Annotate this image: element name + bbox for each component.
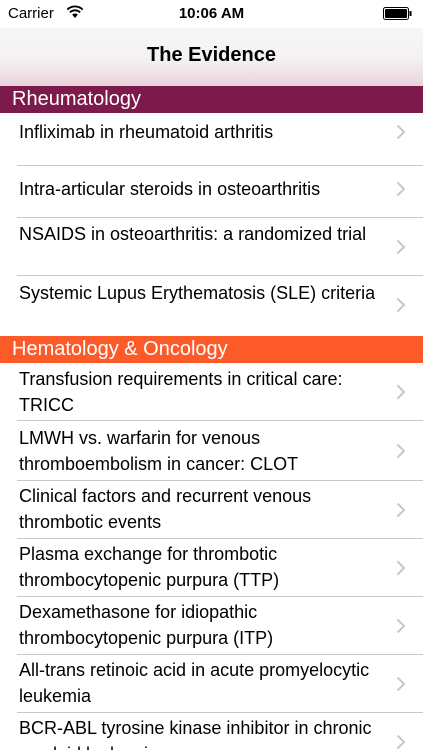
list-item-label: Intra-articular steroids in osteoarthrit… [19, 179, 321, 199]
chevron-right-icon [396, 124, 406, 140]
section-header-rheumatology: Rheumatology [0, 86, 423, 113]
list-item-label: BCR-ABL tyrosine kinase inhibitor in chr… [19, 718, 372, 750]
chevron-right-icon [396, 239, 406, 255]
list-item[interactable]: NSAIDS in osteoarthritis: a randomized t… [0, 218, 423, 275]
chevron-right-icon [396, 443, 406, 459]
chevron-right-icon [396, 502, 406, 518]
chevron-right-icon [396, 384, 406, 400]
section-title: Rheumatology [12, 88, 141, 110]
list-item[interactable]: LMWH vs. warfarin for venous thromboembo… [0, 421, 423, 480]
navigation-bar: The Evidence [0, 28, 423, 86]
section-header-hematology-oncology: Hematology & Oncology [0, 336, 423, 363]
status-bar: Carrier 10:06 AM [0, 0, 423, 28]
chevron-right-icon [396, 676, 406, 692]
chevron-right-icon [396, 560, 406, 576]
list-item[interactable]: Systemic Lupus Erythematosis (SLE) crite… [0, 276, 423, 334]
list-item-label: Plasma exchange for thrombotic thrombocy… [19, 544, 280, 590]
list-item-label: Dexamethasone for idiopathic thrombocyto… [19, 602, 274, 648]
section-title: Hematology & Oncology [12, 338, 228, 360]
list-item-label: Infliximab in rheumatoid arthritis [19, 122, 274, 142]
chevron-right-icon [396, 181, 406, 197]
list-item[interactable]: Intra-articular steroids in osteoarthrit… [0, 166, 423, 217]
list-item-label: Transfusion requirements in critical car… [19, 369, 343, 415]
chevron-right-icon [396, 734, 406, 750]
list-item-label: LMWH vs. warfarin for venous thromboembo… [19, 428, 299, 474]
chevron-right-icon [396, 297, 406, 313]
list-item-label: Clinical factors and recurrent venous th… [19, 486, 312, 532]
page-title: The Evidence [147, 44, 276, 66]
list-item[interactable]: BCR-ABL tyrosine kinase inhibitor in chr… [0, 713, 423, 750]
list-item[interactable]: Plasma exchange for thrombotic thrombocy… [0, 539, 423, 596]
list-item-label: NSAIDS in osteoarthritis: a randomized t… [19, 224, 367, 244]
list-item[interactable]: Infliximab in rheumatoid arthritis [0, 113, 423, 165]
list-item[interactable]: All-trans retinoic acid in acute promyel… [0, 655, 423, 712]
battery-icon [383, 7, 412, 20]
list-item[interactable]: Dexamethasone for idiopathic thrombocyto… [0, 597, 423, 654]
list-item[interactable]: Clinical factors and recurrent venous th… [0, 481, 423, 538]
chevron-right-icon [396, 618, 406, 634]
list-item-label: Systemic Lupus Erythematosis (SLE) crite… [19, 283, 376, 303]
list-item-label: All-trans retinoic acid in acute promyel… [19, 660, 370, 706]
list-item[interactable]: Transfusion requirements in critical car… [0, 363, 423, 420]
status-time: 10:06 AM [178, 5, 245, 22]
